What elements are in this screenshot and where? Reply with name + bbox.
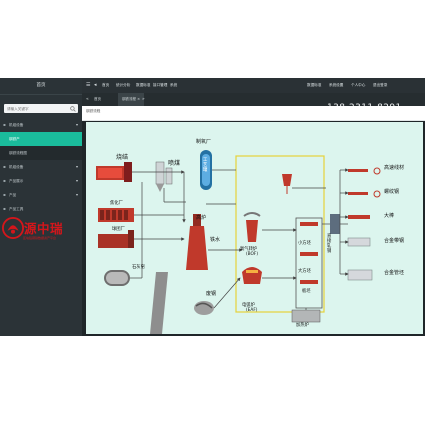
tab-home[interactable]: 首页: [94, 93, 101, 106]
app-window: 首页 ▪ 机组设备 ▾ 钢铁产 钢铁流程图 ▪ 机组设备 ▾ ▪ 产品展示 ▾ …: [0, 78, 425, 336]
grid-icon: ▪: [3, 164, 6, 169]
bof-furnace[interactable]: [243, 212, 261, 242]
label-alloy-strip: 合金带钢: [384, 238, 405, 244]
search-input[interactable]: [4, 104, 69, 113]
sidebar-item-equipment[interactable]: ▪ 机组设备 ▾: [0, 118, 82, 132]
sidebar: 首页 ▪ 机组设备 ▾ 钢铁产 钢铁流程图 ▪ 机组设备 ▾ ▪ 产品展示 ▾ …: [0, 78, 82, 336]
pellet-plant[interactable]: [98, 230, 134, 248]
chevron-down-icon: ▾: [75, 122, 78, 127]
grid-icon: ▪: [3, 122, 6, 127]
grid-icon: ▪: [3, 178, 6, 183]
label-limestone: 石灰窑: [132, 265, 145, 270]
breadcrumb-current: 钢铁流程: [86, 109, 101, 113]
sidebar-item-label: 钢铁流程图: [9, 151, 27, 155]
logo-name: 源中瑞: [24, 221, 64, 236]
logo-icon: [2, 217, 24, 239]
sinter-plant[interactable]: [96, 162, 132, 182]
eaf-furnace[interactable]: [242, 267, 262, 284]
top-menu-bar: ☰ ◂ 首页 统计分析 数据标准 接口管理 系统 数据标准 系统设置 个人中心 …: [82, 78, 425, 93]
tab-prev-icon[interactable]: «: [86, 93, 89, 106]
label-high-speed-wire: 高速线材: [384, 165, 405, 171]
top-menu-home[interactable]: 首页: [102, 78, 109, 93]
label-big-billet: 大方坯: [298, 269, 311, 274]
top-right-logout[interactable]: 退出登录: [373, 78, 387, 93]
reheating-furnace[interactable]: [291, 309, 321, 323]
sidebar-item-label: 机组设备: [9, 123, 24, 127]
brand-logo: 源中瑞 区块链钢铁数据资产平台: [0, 206, 82, 266]
breadcrumb: 钢铁流程: [82, 106, 425, 121]
grid-icon: ▪: [3, 192, 6, 197]
sidebar-item-label: 机组设备: [9, 165, 24, 169]
product-wire[interactable]: [348, 167, 381, 175]
ladle[interactable]: [282, 174, 292, 194]
chevron-down-icon: ▾: [75, 192, 78, 197]
product-rebar[interactable]: [348, 190, 381, 198]
sidebar-item-label: 钢铁产: [9, 137, 20, 141]
tab-flow[interactable]: 钢铁流程 ×: [118, 93, 145, 106]
label-small-billet: 小方坯: [298, 241, 311, 246]
scrap-pile[interactable]: [194, 301, 214, 315]
sidebar-item-label: 产品展示: [9, 179, 24, 183]
label-coal-injection: 喷煤: [168, 160, 181, 167]
label-oxygen-plant: 制氧厂: [196, 139, 212, 145]
sidebar-title: 首页: [0, 78, 82, 95]
limestone-kiln[interactable]: [104, 270, 130, 286]
search-icon[interactable]: [70, 105, 76, 112]
label-eaf-en: (EAF): [246, 308, 258, 313]
top-right-profile[interactable]: 个人中心: [351, 78, 365, 93]
sidebar-item-label: 产品: [9, 193, 17, 197]
coke-plant[interactable]: [98, 208, 134, 222]
label-bof-en: (BOF): [246, 252, 259, 257]
back-icon[interactable]: ◂: [94, 78, 97, 93]
product-bar[interactable]: [348, 215, 370, 219]
steel-process-diagram: 烧结 喷煤 制氧厂 焦化厂 球团厂 石灰窑 高炉 铁水 废钢 氧气转炉 (BOF…: [86, 122, 423, 334]
top-menu-stats[interactable]: 统计分析: [116, 78, 130, 93]
label-blast-furnace: 高炉: [196, 215, 207, 221]
top-menu-standard[interactable]: 数据标准: [136, 78, 150, 93]
label-alloy-pipe: 合金管坯: [384, 270, 405, 276]
tab-next-icon[interactable]: »: [142, 93, 145, 106]
kiln-tower: [150, 272, 168, 334]
label-sinter: 烧结: [116, 154, 129, 161]
product-alloy-pipe[interactable]: [347, 269, 373, 281]
label-scrap: 废钢: [206, 291, 217, 297]
label-molten-iron: 铁水: [210, 237, 221, 243]
tab-flow-label: 钢铁流程: [122, 97, 136, 101]
label-gas-tank: 工艺罐: [203, 158, 208, 173]
label-hot-rolling: 直接轧钢: [327, 234, 332, 254]
top-right-settings[interactable]: 系统设置: [329, 78, 343, 93]
label-pellet-plant: 球团厂: [112, 227, 125, 232]
sidebar-search: [4, 104, 78, 113]
product-alloy-strip[interactable]: [347, 237, 371, 247]
top-right-standard[interactable]: 数据标准: [307, 78, 321, 93]
label-coke-plant: 焦化厂: [110, 201, 123, 206]
label-slab: 板坯: [302, 289, 311, 294]
sidebar-item-product[interactable]: ▪ 产品 ▾: [0, 188, 82, 202]
chevron-down-icon: ▾: [75, 178, 78, 183]
top-menu-api[interactable]: 接口管理: [153, 78, 167, 93]
top-menu-system[interactable]: 系统: [170, 78, 177, 93]
label-rebar: 螺纹钢: [384, 189, 400, 195]
label-bar: 大棒: [384, 213, 395, 219]
sidebar-item-flow[interactable]: 钢铁流程图: [0, 146, 82, 160]
label-reheating: 加热炉: [296, 323, 309, 328]
chevron-down-icon: ▾: [75, 164, 78, 169]
sidebar-item-devices[interactable]: ▪ 机组设备 ▾: [0, 160, 82, 174]
sidebar-item-steel[interactable]: 钢铁产: [0, 132, 82, 146]
logo-tagline: 区块链钢铁数据资产平台: [23, 236, 57, 240]
sidebar-item-products[interactable]: ▪ 产品展示 ▾: [0, 174, 82, 188]
menu-icon[interactable]: ☰: [86, 78, 90, 93]
blast-furnace[interactable]: [186, 214, 208, 270]
